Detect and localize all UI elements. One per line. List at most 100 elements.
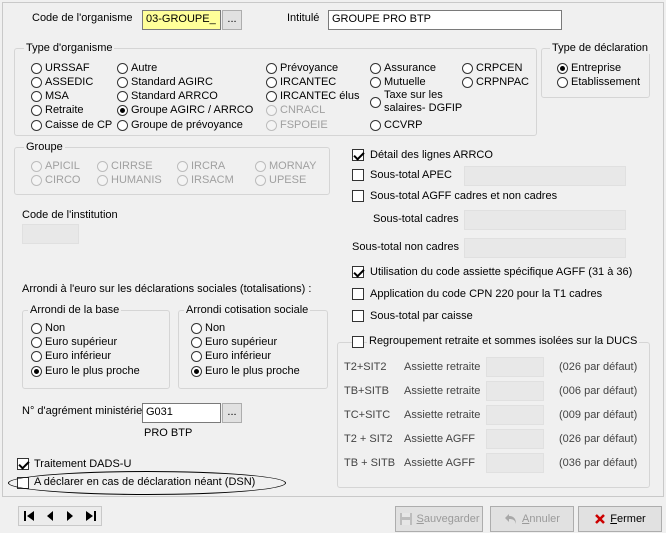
radio-label-base-euro-inferieur: Euro inférieur bbox=[45, 350, 112, 362]
radio-label-circo: CIRCO bbox=[45, 174, 81, 186]
previous-record-icon[interactable] bbox=[42, 508, 58, 524]
radio-entreprise[interactable] bbox=[557, 63, 568, 74]
radio-label-retraite: Retraite bbox=[45, 104, 84, 116]
radio-crpnpac[interactable] bbox=[462, 77, 473, 88]
intitule-label: Intitulé bbox=[287, 12, 320, 24]
regroupement-row-code: T2 + SIT2 bbox=[344, 433, 393, 445]
radio-groupe-agirc-arrco[interactable] bbox=[117, 105, 128, 116]
radio-msa[interactable] bbox=[31, 91, 42, 102]
regroupement-row-default: (006 par défaut) bbox=[559, 385, 638, 397]
intitule-field[interactable]: GROUPE PRO BTP bbox=[328, 10, 562, 30]
save-button[interactable]: Sauvegarder bbox=[395, 506, 483, 532]
radio-mornay bbox=[255, 161, 266, 172]
last-record-icon[interactable] bbox=[83, 508, 99, 524]
regroupement-row-code: T2+SIT2 bbox=[344, 361, 387, 373]
radio-base-non[interactable] bbox=[31, 323, 42, 334]
radio-label-ircra: IRCRA bbox=[191, 160, 226, 172]
checkbox-label-code-cpn: Application du code CPN 220 pour la T1 c… bbox=[370, 288, 603, 300]
radio-standard-arrco[interactable] bbox=[117, 91, 128, 102]
sous-total-non-cadres-label: Sous-total non cadres bbox=[352, 241, 460, 253]
radio-label-base-euro-plus-proche: Euro le plus proche bbox=[45, 365, 140, 377]
highlight-ellipse bbox=[8, 471, 286, 495]
radio-ccvrp[interactable] bbox=[370, 120, 381, 131]
checkbox-sous-total-apec[interactable] bbox=[352, 169, 364, 181]
checkbox-regroupement[interactable] bbox=[352, 336, 364, 348]
agrement-caption: PRO BTP bbox=[144, 427, 193, 439]
regroupement-row-type: Assiette retraite bbox=[404, 361, 481, 373]
radio-cotis-euro-plus-proche[interactable] bbox=[191, 366, 202, 377]
radio-ircantec-elus[interactable] bbox=[266, 91, 277, 102]
radio-base-euro-plus-proche[interactable] bbox=[31, 366, 42, 377]
radio-label-groupe-prevoyance: Groupe de prévoyance bbox=[131, 119, 243, 131]
radio-groupe-prevoyance[interactable] bbox=[117, 120, 128, 131]
radio-prevoyance[interactable] bbox=[266, 63, 277, 74]
arrondi-cotisation-title: Arrondi cotisation sociale bbox=[184, 304, 311, 316]
radio-caisse-cp[interactable] bbox=[31, 120, 42, 131]
checkbox-detail-arrco[interactable] bbox=[352, 149, 364, 161]
radio-label-assedic: ASSEDIC bbox=[45, 76, 94, 88]
checkbox-sous-total-caisse[interactable] bbox=[352, 310, 364, 322]
radio-taxe-salaires[interactable] bbox=[370, 97, 381, 108]
regroupement-row-default: (026 par défaut) bbox=[559, 361, 638, 373]
radio-label-cotis-non: Non bbox=[205, 322, 226, 334]
radio-base-euro-superieur[interactable] bbox=[31, 337, 42, 348]
radio-autre[interactable] bbox=[117, 63, 128, 74]
regroupement-row-default: (009 par défaut) bbox=[559, 409, 638, 421]
regroupement-row-type: Assiette retraite bbox=[404, 385, 481, 397]
regroupement-row-field bbox=[486, 453, 544, 473]
radio-cotis-non[interactable] bbox=[191, 323, 202, 334]
radio-assedic[interactable] bbox=[31, 77, 42, 88]
radio-label-urssaf: URSSAF bbox=[45, 62, 90, 74]
checkbox-code-assiette[interactable] bbox=[352, 266, 364, 278]
radio-label-base-non: Non bbox=[45, 322, 66, 334]
code-institution-field bbox=[22, 224, 79, 244]
next-record-icon[interactable] bbox=[62, 508, 78, 524]
sous-total-non-cadres-field bbox=[464, 238, 626, 258]
radio-cotis-euro-superieur[interactable] bbox=[191, 337, 202, 348]
regroupement-row-type: Assiette AGFF bbox=[404, 457, 475, 469]
radio-label-ccvrp: CCVRP bbox=[384, 119, 423, 131]
code-organisme-label: Code de l'organisme bbox=[32, 12, 133, 24]
radio-label-base-euro-superieur: Euro supérieur bbox=[45, 336, 118, 348]
radio-label-cotis-euro-superieur: Euro supérieur bbox=[205, 336, 278, 348]
radio-retraite[interactable] bbox=[31, 105, 42, 116]
first-record-icon[interactable] bbox=[21, 508, 37, 524]
regroupement-row-field bbox=[486, 381, 544, 401]
type-declaration-title: Type de déclaration bbox=[550, 42, 651, 54]
radio-urssaf[interactable] bbox=[31, 63, 42, 74]
radio-label-crpcen: CRPCEN bbox=[476, 62, 523, 74]
agrement-lookup-button[interactable]: ... bbox=[222, 403, 242, 423]
radio-base-euro-inferieur[interactable] bbox=[31, 351, 42, 362]
radio-ircantec[interactable] bbox=[266, 77, 277, 88]
checkbox-dadsu[interactable] bbox=[17, 458, 29, 470]
code-lookup-button[interactable]: ... bbox=[222, 10, 242, 30]
checkbox-code-cpn[interactable] bbox=[352, 288, 364, 300]
undo-icon bbox=[505, 514, 517, 524]
sous-total-cadres-label: Sous-total cadres bbox=[373, 213, 459, 225]
radio-label-cotis-euro-inferieur: Euro inférieur bbox=[205, 350, 272, 362]
regroupement-row-field bbox=[486, 357, 544, 377]
close-button[interactable]: Fermer bbox=[578, 506, 662, 532]
radio-label-cirrse: CIRRSE bbox=[111, 160, 153, 172]
sous-total-cadres-field bbox=[464, 210, 626, 230]
radio-mutuelle[interactable] bbox=[370, 77, 381, 88]
code-organisme-field[interactable]: 03-GROUPE_ bbox=[142, 10, 221, 30]
cancel-button[interactable]: Annuler bbox=[490, 506, 574, 532]
save-label: Sauvegarder bbox=[416, 513, 480, 525]
radio-label-etablissement: Etablissement bbox=[571, 76, 641, 88]
radio-standard-agirc[interactable] bbox=[117, 77, 128, 88]
radio-cotis-euro-inferieur[interactable] bbox=[191, 351, 202, 362]
checkbox-sous-total-agff[interactable] bbox=[352, 190, 364, 202]
radio-etablissement[interactable] bbox=[557, 77, 568, 88]
checkbox-label-sous-total-caisse: Sous-total par caisse bbox=[370, 310, 473, 322]
radio-cnracl bbox=[266, 105, 277, 116]
radio-assurance[interactable] bbox=[370, 63, 381, 74]
regroupement-row-code: TC+SITC bbox=[344, 409, 391, 421]
checkbox-label-sous-total-apec: Sous-total APEC bbox=[370, 169, 452, 181]
regroupement-row-field bbox=[486, 429, 544, 449]
cancel-label: Annuler bbox=[522, 513, 560, 525]
radio-label-upese: UPESE bbox=[269, 174, 307, 186]
regroupement-row-default: (036 par défaut) bbox=[559, 457, 638, 469]
radio-crpcen[interactable] bbox=[462, 63, 473, 74]
agrement-field[interactable]: G031 bbox=[142, 403, 221, 423]
